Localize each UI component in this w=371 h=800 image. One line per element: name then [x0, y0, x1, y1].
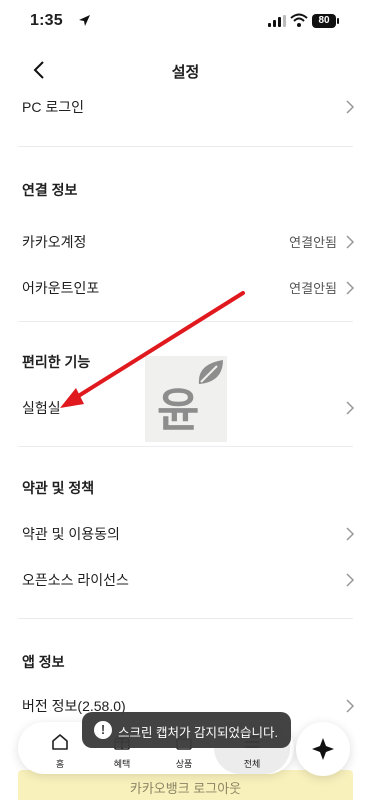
- sparkle-fab-button[interactable]: [296, 722, 350, 776]
- row-kakao-account[interactable]: 카카오계정 연결안됨: [0, 218, 371, 266]
- logout-button-label: 카카오뱅크 로그아웃: [129, 781, 242, 796]
- page-title: 설정: [171, 64, 200, 81]
- status-bar: 1:35 80: [0, 0, 371, 44]
- chevron-right-icon: [346, 235, 355, 249]
- row-label: 카카오계정: [22, 234, 87, 250]
- chevron-right-icon: [346, 573, 355, 587]
- home-icon: [52, 734, 68, 750]
- nav-label: 전체: [243, 759, 261, 769]
- section-title-app-info: 앱 정보: [22, 654, 65, 670]
- location-arrow-icon: [79, 15, 90, 26]
- chevron-right-icon: [346, 401, 355, 415]
- wifi-icon: [290, 13, 308, 27]
- section-title-connection: 연결 정보: [22, 182, 78, 198]
- chevron-right-icon: [346, 699, 355, 713]
- row-label: 실험실: [22, 400, 61, 416]
- watermark-logo: 윤: [145, 356, 227, 442]
- section-divider: [18, 618, 353, 619]
- row-open-source[interactable]: 오픈소스 라이선스: [0, 556, 371, 604]
- chevron-right-icon: [346, 281, 355, 295]
- section-title-features: 편리한 기능: [22, 354, 91, 370]
- chevron-right-icon: [346, 100, 355, 114]
- row-label: 약관 및 이용동의: [22, 526, 120, 542]
- toast-message: 스크린 캡처가 감지되었습니다.: [118, 726, 278, 740]
- leaf-icon: [198, 360, 223, 384]
- row-terms-consent[interactable]: 약관 및 이용동의: [0, 510, 371, 558]
- nav-label: 혜택: [113, 759, 131, 769]
- alert-icon: !: [94, 721, 112, 739]
- section-divider: [18, 446, 353, 447]
- section-title-policies: 약관 및 정책: [22, 480, 95, 496]
- battery-icon: 80: [312, 14, 336, 28]
- toast-notification: ! 스크린 캡처가 감지되었습니다.: [82, 712, 291, 748]
- chevron-right-icon: [346, 527, 355, 541]
- status-time: 1:35: [30, 12, 63, 29]
- row-account-info[interactable]: 어카운트인포 연결안됨: [0, 264, 371, 312]
- nav-label: 홈: [55, 759, 65, 769]
- diamond-sparkle-icon: [312, 738, 334, 760]
- row-status: 연결안됨: [289, 281, 337, 296]
- row-label: 어카운트인포: [22, 280, 100, 296]
- battery-cap: [337, 18, 339, 24]
- row-pc-login[interactable]: PC 로그인: [0, 83, 371, 131]
- row-label: PC 로그인: [22, 99, 84, 115]
- section-divider: [18, 321, 353, 322]
- cellular-signal-icon: [268, 15, 286, 27]
- row-label: 오픈소스 라이선스: [22, 572, 129, 588]
- section-divider: [18, 146, 353, 147]
- logout-button[interactable]: 카카오뱅크 로그아웃: [18, 770, 353, 800]
- row-status: 연결안됨: [289, 235, 337, 250]
- nav-label: 상품: [175, 759, 193, 769]
